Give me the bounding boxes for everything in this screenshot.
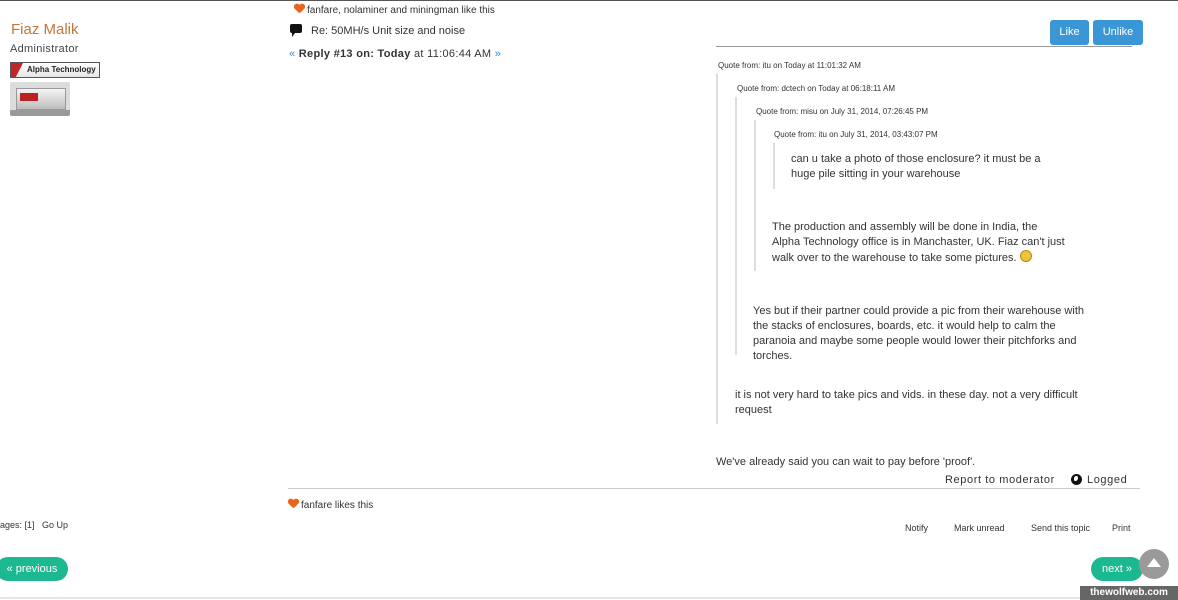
quote-bar <box>773 143 775 189</box>
pagination: Pages: [1] <box>0 520 35 530</box>
reply-prefix: « <box>289 48 296 60</box>
smiley-icon <box>1019 250 1032 262</box>
quote-header[interactable]: Quote from: misu on July 31, 2014, 07:26… <box>756 107 928 116</box>
badge-flag-icon <box>11 63 23 77</box>
likes-bottom-text[interactable]: fanfare likes this <box>301 500 373 511</box>
unlike-button[interactable]: Unlike <box>1093 20 1143 45</box>
quote-text: can u take a photo of those enclosure? i… <box>791 153 1041 180</box>
quote-bar <box>716 74 718 424</box>
quote-header[interactable]: Quote from: itu on July 31, 2014, 03:43:… <box>774 130 938 139</box>
logged-status: Logged <box>1071 474 1127 486</box>
reply-info: « Reply #13 on: Today at 11:06:44 AM » <box>289 48 501 60</box>
logged-label: Logged <box>1087 474 1128 486</box>
pages-label: Pages: <box>0 520 23 530</box>
current-page[interactable]: [1] <box>25 520 35 530</box>
badge-text: Alpha Technology <box>27 65 96 74</box>
quote-bar <box>754 120 756 271</box>
quote-header[interactable]: Quote from: itu on Today at 11:01:32 AM <box>718 61 861 70</box>
reply-number-link[interactable]: Reply #13 on: Today <box>299 48 411 60</box>
post-divider <box>716 46 1132 47</box>
reply-suffix: » <box>494 48 502 60</box>
report-to-moderator-link[interactable]: Report to moderator <box>945 474 1055 486</box>
poster-role: Administrator <box>10 43 79 55</box>
next-topic-button[interactable]: next » <box>1091 557 1143 581</box>
heart-icon <box>294 4 305 14</box>
poster-badge: Alpha Technology <box>10 62 100 78</box>
likes-summary-bottom: fanfare likes this <box>288 499 373 511</box>
likes-top-text[interactable]: fanfare, nolaminer and miningman like th… <box>307 5 495 16</box>
likes-summary-top: fanfare, nolaminer and miningman like th… <box>294 4 495 16</box>
notify-button[interactable]: Notify <box>905 523 928 533</box>
top-border <box>0 0 1178 1</box>
globe-icon <box>1071 474 1082 485</box>
watermark: thewolfweb.com <box>1080 586 1178 600</box>
quote-header[interactable]: Quote from: dctech on Today at 06:18:11 … <box>737 84 895 93</box>
mark-unread-button[interactable]: Mark unread <box>954 523 1005 533</box>
avatar <box>10 82 70 116</box>
quote-text: Yes but if their partner could provide a… <box>753 305 1084 362</box>
previous-topic-button[interactable]: « previous <box>0 557 68 581</box>
print-button[interactable]: Print <box>1112 523 1131 533</box>
reply-time: at 11:06:44 AM <box>414 48 492 60</box>
quote-bar <box>735 97 737 355</box>
go-up-link[interactable]: Go Up <box>42 520 68 530</box>
post-separator <box>288 488 1140 489</box>
heart-icon <box>288 499 299 509</box>
poster-name[interactable]: Fiaz Malik <box>11 21 79 38</box>
quote-text: The production and assembly will be done… <box>772 220 1067 266</box>
post-subject: Re: 50MH/s Unit size and noise <box>290 24 465 37</box>
speech-bubble-icon <box>290 24 302 37</box>
send-topic-button[interactable]: Send this topic <box>1031 523 1090 533</box>
like-button[interactable]: Like <box>1050 20 1089 45</box>
post-subject-link[interactable]: Re: 50MH/s Unit size and noise <box>311 25 465 37</box>
quote-text: it is not very hard to take pics and vid… <box>735 389 1078 416</box>
scroll-to-top-icon[interactable] <box>1139 549 1169 579</box>
post-body: We've already said you can wait to pay b… <box>716 456 976 468</box>
bottom-border <box>0 597 1178 599</box>
